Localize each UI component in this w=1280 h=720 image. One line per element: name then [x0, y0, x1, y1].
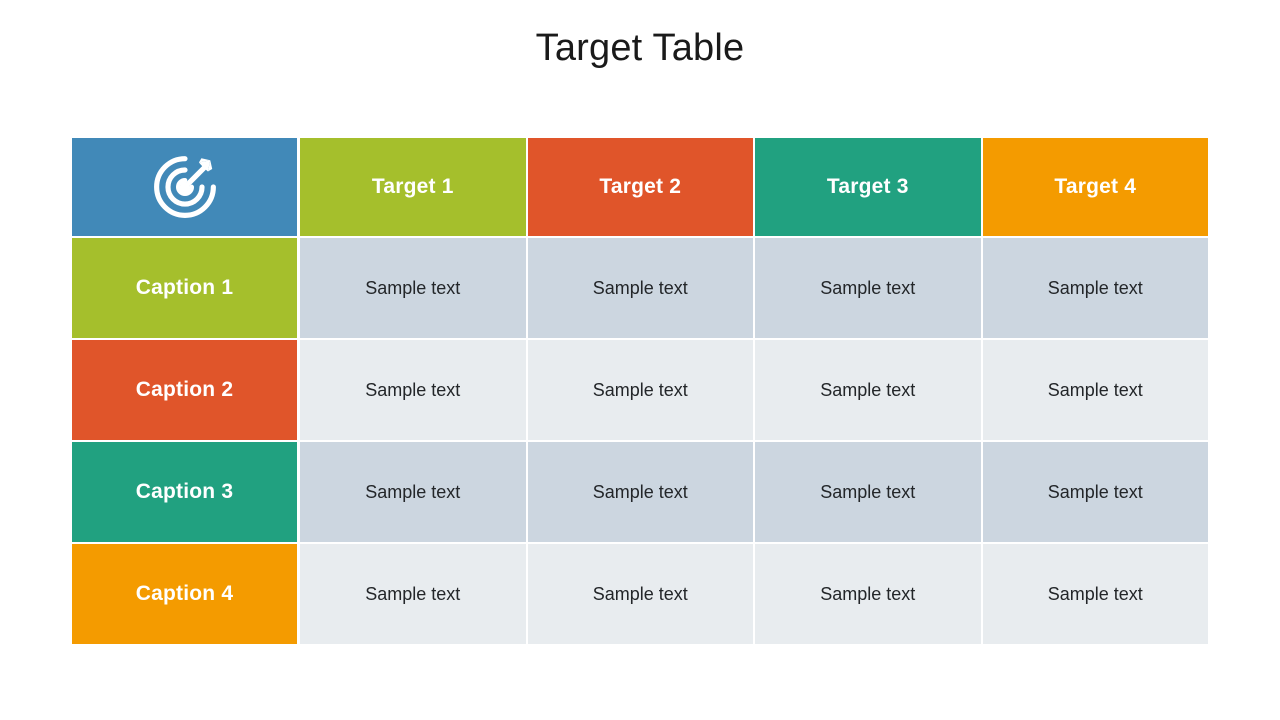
slide-canvas: Target Table Target 1 Target 2 Target 3 … — [0, 0, 1280, 720]
table-cell-r2c4: Sample text — [982, 340, 1208, 440]
table-cell-r1c4: Sample text — [982, 238, 1208, 338]
table-cell-r4c1: Sample text — [300, 544, 526, 644]
table-row: Caption 3 Sample text Sample text Sample… — [72, 442, 1208, 542]
table-cell-r4c4: Sample text — [982, 544, 1208, 644]
row-caption-4: Caption 4 — [72, 544, 297, 644]
target-icon — [153, 156, 216, 218]
column-header-target-3: Target 3 — [755, 138, 981, 236]
table-cell-r1c1: Sample text — [300, 238, 526, 338]
table-cell-r2c1: Sample text — [300, 340, 526, 440]
table-cell-r3c1: Sample text — [300, 442, 526, 542]
table-cell-r2c3: Sample text — [755, 340, 981, 440]
table-cell-r1c3: Sample text — [755, 238, 981, 338]
table-cell-r4c2: Sample text — [527, 544, 753, 644]
table-row: Caption 4 Sample text Sample text Sample… — [72, 544, 1208, 644]
table-row: Caption 1 Sample text Sample text Sample… — [72, 238, 1208, 338]
row-caption-3: Caption 3 — [72, 442, 297, 542]
target-table: Target 1 Target 2 Target 3 Target 4 Capt… — [72, 138, 1208, 644]
table-cell-r3c4: Sample text — [982, 442, 1208, 542]
table-header-row: Target 1 Target 2 Target 3 Target 4 — [72, 138, 1208, 236]
table-cell-r3c3: Sample text — [755, 442, 981, 542]
table-cell-r1c2: Sample text — [527, 238, 753, 338]
column-header-target-2: Target 2 — [527, 138, 753, 236]
column-header-target-1: Target 1 — [300, 138, 526, 236]
row-caption-1: Caption 1 — [72, 238, 297, 338]
row-caption-2: Caption 2 — [72, 340, 297, 440]
table-cell-r2c2: Sample text — [527, 340, 753, 440]
table-row: Caption 2 Sample text Sample text Sample… — [72, 340, 1208, 440]
table-corner-icon-cell — [72, 138, 297, 236]
table-cell-r3c2: Sample text — [527, 442, 753, 542]
column-header-target-4: Target 4 — [982, 138, 1208, 236]
table-cell-r4c3: Sample text — [755, 544, 981, 644]
page-title: Target Table — [535, 27, 745, 69]
